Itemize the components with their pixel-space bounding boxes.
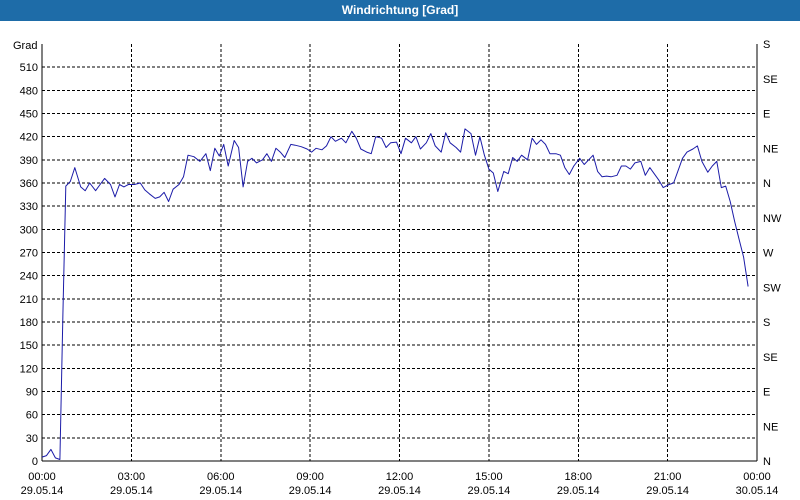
y-tick-label: 180 [20,317,38,329]
y-tick-label: 90 [26,387,38,399]
compass-tick-label: E [763,109,770,121]
series-layer [41,128,749,460]
x-tick-time-label: 06:00 [207,471,235,483]
x-tick-date-label: 29.05.14 [467,485,510,497]
y-tick-label: 390 [20,155,38,167]
y-tick-label: 300 [20,224,38,236]
y-tick-label: 150 [20,340,38,352]
x-tick-time-label: 00:00 [28,471,56,483]
compass-tick-label: SE [763,74,778,86]
x-tick-date-label: 29.05.14 [199,485,242,497]
wind-direction-line [41,128,749,460]
x-tick-time-label: 03:00 [118,471,146,483]
x-tick-time-label: 00:00 [743,471,771,483]
grid-lines [42,44,757,461]
compass-tick-label: SE [763,352,778,364]
y-tick-label: 270 [20,248,38,260]
right-y-tick-labels: N NE E SE S SW W NW N NE E SE S [763,39,782,468]
wind-direction-chart: Grad 0 30 60 90 120 150 180 210 240 270 300 330 360 3… [13,39,782,497]
compass-tick-label: S [763,39,770,51]
compass-tick-label: SW [763,282,781,294]
x-tick-time-label: 15:00 [475,471,503,483]
x-tick-date-label: 29.05.14 [378,485,421,497]
x-tick-time-label: 09:00 [296,471,324,483]
y-tick-label: 360 [20,178,38,190]
x-tick-date-label: 29.05.14 [646,485,689,497]
x-tick-date-label: 29.05.14 [557,485,600,497]
x-tick-date-label: 30.05.14 [736,485,779,497]
x-tick-time-label: 21:00 [654,471,682,483]
x-tick-time-label: 12:00 [386,471,414,483]
y-tick-label: 0 [32,456,38,468]
x-tick-date-label: 29.05.14 [289,485,332,497]
y-tick-label: 60 [26,410,38,422]
y-tick-label: 510 [20,62,38,74]
compass-tick-label: NW [763,213,782,225]
compass-tick-label: E [763,387,770,399]
y-tick-label: 420 [20,132,38,144]
y-tick-label: 240 [20,271,38,283]
y-tick-label: 210 [20,294,38,306]
y-tick-label: 450 [20,109,38,121]
x-tick-date-label: 29.05.14 [21,485,64,497]
chart-window: Windrichtung [Grad] Grad 0 30 60 90 120 150 18… [0,0,800,500]
y-tick-label: 120 [20,363,38,375]
y-tick-label: 330 [20,201,38,213]
compass-tick-label: N [763,456,771,468]
compass-tick-label: NE [763,143,778,155]
compass-tick-label: N [763,178,771,190]
y-tick-label: 480 [20,85,38,97]
left-y-tick-labels: 0 30 60 90 120 150 180 210 240 270 300 330 360 390 420… [20,62,38,468]
compass-tick-label: NE [763,421,778,433]
y-tick-label: 30 [26,433,38,445]
compass-tick-label: S [763,317,770,329]
x-tick-time-label: 18:00 [564,471,592,483]
x-tick-date-label: 29.05.14 [110,485,153,497]
x-tick-labels: 00:00 29.05.14 03:00 29.05.14 06:00 29.05.14 0… [21,471,779,497]
compass-tick-label: W [763,248,774,260]
y-axis-label: Grad [13,40,37,52]
